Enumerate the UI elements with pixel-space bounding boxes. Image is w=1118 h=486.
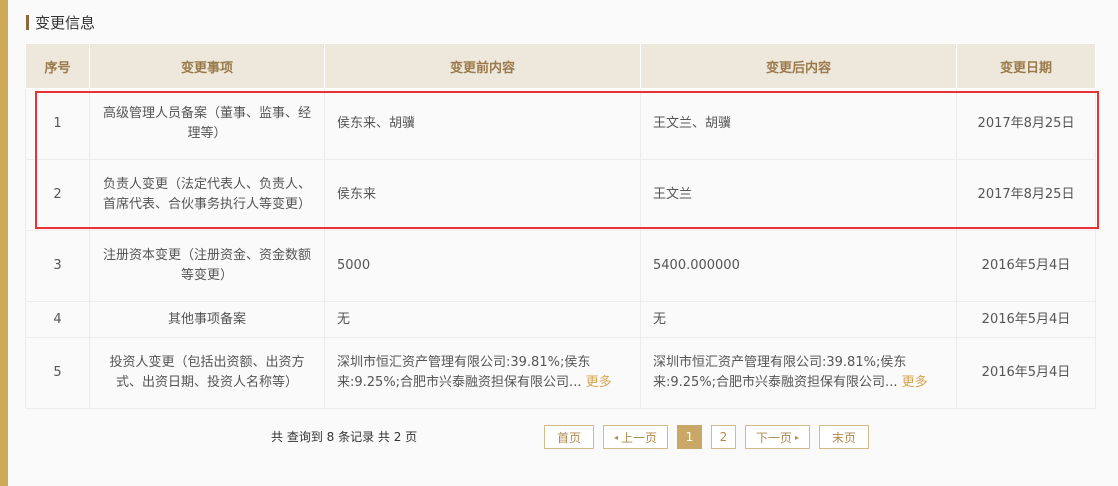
header-after: 变更后内容 — [640, 43, 957, 89]
cell-before: 无 — [324, 301, 641, 338]
cell-before: 深圳市恒汇资产管理有限公司:39.81%;侯东来:9.25%;合肥市兴泰融资担保… — [324, 337, 641, 409]
header-item: 变更事项 — [89, 43, 325, 89]
cell-item: 注册资本变更（注册资金、资金数额等变更） — [89, 230, 325, 302]
page-button-2[interactable]: 2 — [711, 425, 736, 449]
table-header-row: 序号 变更事项 变更前内容 变更后内容 变更日期 — [25, 43, 1096, 89]
table-row: 1 高级管理人员备案（董事、监事、经理等） 侯东来、胡骥 王文兰、胡骥 2017… — [25, 88, 1096, 160]
cell-date: 2017年8月25日 — [956, 88, 1096, 160]
header-before: 变更前内容 — [324, 43, 641, 89]
table-row: 3 注册资本变更（注册资金、资金数额等变更） 5000 5400.000000 … — [25, 230, 1096, 302]
cell-item: 高级管理人员备案（董事、监事、经理等） — [89, 88, 325, 160]
next-page-label: 下一页 — [755, 430, 792, 445]
cell-no: 3 — [25, 230, 90, 302]
cell-item: 负责人变更（法定代表人、负责人、首席代表、合伙事务执行人等变更） — [89, 159, 325, 231]
more-link[interactable]: 更多 — [902, 375, 928, 390]
pagination-summary: 共 查询到 8 条记录 共 2 页 — [271, 430, 418, 444]
prev-page-label: 上一页 — [621, 430, 658, 445]
cell-after: 5400.000000 — [640, 230, 957, 302]
after-text: 深圳市恒汇资产管理有限公司:39.81%;侯东来:9.25%;合肥市兴泰融资担保… — [653, 355, 907, 390]
cell-date: 2016年5月4日 — [956, 337, 1096, 409]
cell-after: 王文兰 — [640, 159, 957, 231]
page-button-1[interactable]: 1 — [677, 425, 702, 449]
cell-item: 其他事项备案 — [89, 301, 325, 338]
before-text: 深圳市恒汇资产管理有限公司:39.81%;侯东来:9.25%;合肥市兴泰融资担保… — [337, 355, 591, 390]
more-link[interactable]: 更多 — [586, 375, 612, 390]
cell-before: 侯东来 — [324, 159, 641, 231]
cell-no: 2 — [25, 159, 90, 231]
next-page-button[interactable]: 下一页 ▸ — [745, 425, 810, 449]
section-title: 变更信息 — [35, 13, 96, 32]
cell-no: 4 — [25, 301, 90, 338]
cell-no: 5 — [25, 337, 90, 409]
cell-date: 2017年8月25日 — [956, 159, 1096, 231]
table-row: 5 投资人变更（包括出资额、出资方式、出资日期、投资人名称等） 深圳市恒汇资产管… — [25, 337, 1096, 409]
caret-right-icon: ▸ — [795, 432, 800, 442]
first-page-button[interactable]: 首页 — [544, 425, 594, 449]
cell-after: 深圳市恒汇资产管理有限公司:39.81%;侯东来:9.25%;合肥市兴泰融资担保… — [640, 337, 957, 409]
caret-left-icon: ◂ — [613, 432, 618, 442]
header-no: 序号 — [25, 43, 90, 89]
cell-before: 侯东来、胡骥 — [324, 88, 641, 160]
change-records-table: 序号 变更事项 变更前内容 变更后内容 变更日期 1 高级管理人员备案（董事、监… — [25, 43, 1096, 409]
section-header: 变更信息 — [26, 11, 95, 33]
cell-no: 1 — [25, 88, 90, 160]
section-title-marker — [26, 14, 29, 30]
cell-before: 5000 — [324, 230, 641, 302]
table-row: 4 其他事项备案 无 无 2016年5月4日 — [25, 301, 1096, 338]
cell-after: 无 — [640, 301, 957, 338]
header-date: 变更日期 — [956, 43, 1096, 89]
cell-item: 投资人变更（包括出资额、出资方式、出资日期、投资人名称等） — [89, 337, 325, 409]
prev-page-button[interactable]: ◂ 上一页 — [603, 425, 668, 449]
left-accent-rail — [0, 0, 8, 486]
cell-date: 2016年5月4日 — [956, 301, 1096, 338]
cell-after: 王文兰、胡骥 — [640, 88, 957, 160]
cell-date: 2016年5月4日 — [956, 230, 1096, 302]
last-page-button[interactable]: 末页 — [819, 425, 869, 449]
table-row: 2 负责人变更（法定代表人、负责人、首席代表、合伙事务执行人等变更） 侯东来 王… — [25, 159, 1096, 231]
